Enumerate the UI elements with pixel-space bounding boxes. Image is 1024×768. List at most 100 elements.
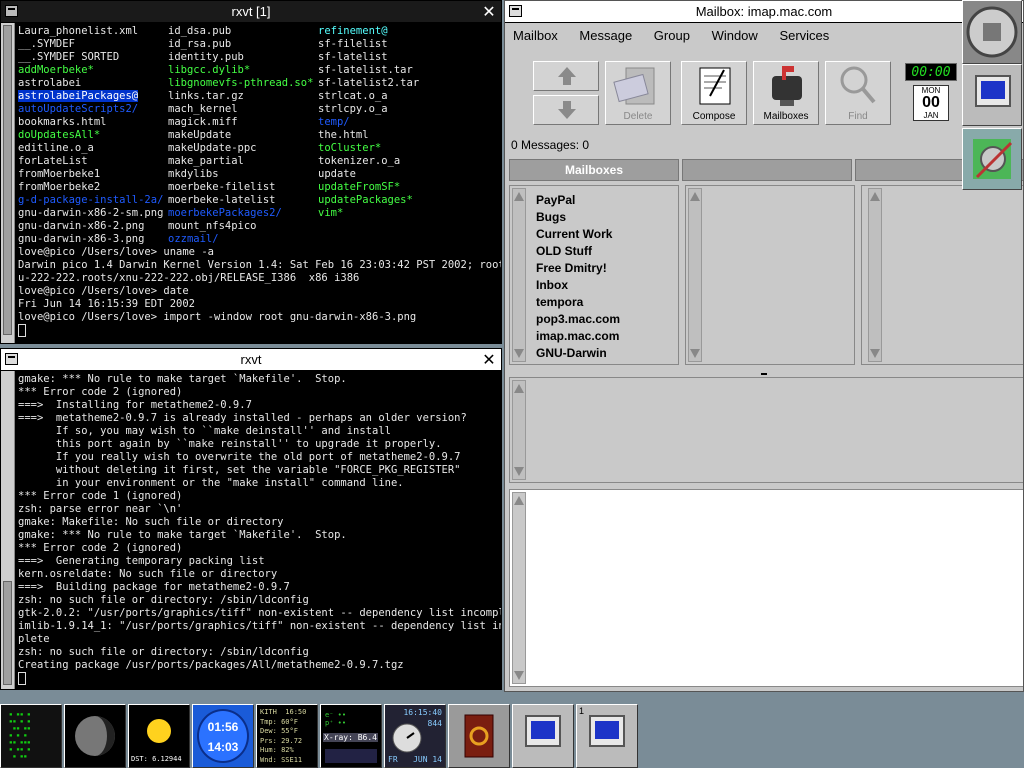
file-entry: doUpdatesAll* [18, 129, 101, 141]
file-entry: forLateList [18, 155, 88, 167]
mailbox-item[interactable]: GNU-Darwin [510, 345, 678, 362]
file-entry: autoUpdateScripts2/ [18, 103, 139, 115]
mailbox-item[interactable]: PayPal [510, 192, 678, 209]
window-title: Mailbox: imap.mac.com [695, 4, 833, 19]
menu-window[interactable]: Window [712, 28, 758, 43]
dock-icon-appkit[interactable] [962, 0, 1022, 64]
mailboxes-button[interactable]: Mailboxes [753, 61, 819, 125]
browser-column-2[interactable] [685, 185, 855, 365]
dock-monitor-1[interactable] [512, 704, 574, 768]
delete-button[interactable]: Delete [605, 61, 671, 125]
menu-message[interactable]: Message [579, 28, 632, 43]
dock-monitor-2[interactable]: 1 [576, 704, 638, 768]
terminal-2-output[interactable]: gmake: *** No rule to make target `Makef… [1, 371, 501, 689]
file-entry: updateFromSF* [318, 181, 401, 193]
file-entry: sf-latelist.tar [318, 64, 413, 76]
minimize-button[interactable] [5, 5, 18, 17]
scrollbar[interactable] [868, 188, 882, 362]
mailbox-item[interactable]: Current Work [510, 226, 678, 243]
mailbox-item[interactable]: Bugs [510, 209, 678, 226]
dock-moon-phase[interactable] [64, 704, 126, 768]
dock-icon-preferences[interactable] [962, 128, 1022, 190]
mailbox-item[interactable]: tempora [510, 294, 678, 311]
terminal-1-titlebar[interactable]: rxvt [1] ✕ [1, 1, 501, 23]
column-header-2[interactable] [682, 159, 852, 181]
mail-titlebar[interactable]: Mailbox: imap.mac.com [505, 1, 1023, 23]
dock-clock[interactable]: 01:56 14:03 [192, 704, 254, 768]
dock-date-clock[interactable]: 16:15:40 844 FR JUN 14 [384, 704, 446, 768]
file-entry: libgcc.dylib* [168, 64, 251, 76]
scrollbar[interactable] [1, 23, 15, 343]
previous-button[interactable] [533, 61, 599, 91]
scrollbar-thumb[interactable] [3, 25, 12, 335]
dock-book[interactable] [448, 704, 510, 768]
file-entry: fromMoerbeke2 [18, 181, 101, 193]
terminal-line: without deleting it first, set the varia… [18, 464, 461, 476]
close-icon[interactable]: ✕ [481, 4, 497, 20]
analog-clock-icon [392, 723, 422, 753]
mailbox-item[interactable]: imap.mac.com [510, 328, 678, 345]
file-entry: mach_kernel [168, 103, 238, 115]
minimize-button[interactable] [509, 5, 522, 17]
terminal-2-titlebar[interactable]: rxvt ✕ [1, 349, 501, 371]
magnifier-icon [840, 66, 876, 104]
terminal-1-output[interactable]: Laura_phonelist.xml id_dsa.pub refinement@… [1, 23, 501, 343]
scrollbar[interactable] [512, 380, 526, 480]
split-handle[interactable] [761, 367, 767, 375]
menu-services[interactable]: Services [779, 28, 829, 43]
mailbox-list[interactable]: PayPal Bugs Current Work OLD Stuff Free Dmit… [509, 185, 679, 365]
terminal-line: __.SYMDEF id_rsa.pub sf-filelist [18, 38, 497, 51]
terminal-line: Creating package /usr/ports/packages/All… [18, 659, 404, 671]
terminal-window-2: rxvt ✕ gmake: *** No rule to make target… [0, 348, 502, 690]
file-entry: make_partial [168, 155, 244, 167]
terminal-line: zsh: parse error near `\n' [18, 503, 183, 515]
file-entry: id_rsa.pub [168, 38, 232, 50]
scrollbar[interactable] [688, 188, 702, 362]
file-entry: g-d-package-install-2a/ [18, 194, 164, 206]
minimize-button[interactable] [5, 353, 18, 365]
close-icon[interactable]: ✕ [481, 352, 497, 368]
terminal-line: fromMoerbeke2 moerbeke-filelist updateFrom… [18, 181, 497, 194]
dock-matrix[interactable]: ▪ ▪▪ ▪ ▪▪ ▪ ▪ ▪▪ ▪▪ ▪ ▪ ▪ ▪▪ ▪▪▪ ▪ ▪▪ ▪ … [0, 704, 62, 768]
mailboxes-column-header[interactable]: Mailboxes [509, 159, 679, 181]
terminal-line: kern.osreldate: No such file or director… [18, 568, 278, 580]
file-entry: update [318, 168, 356, 180]
mailbox-item[interactable]: pop3.mac.com [510, 311, 678, 328]
menu-group[interactable]: Group [654, 28, 690, 43]
dock-icon-monitor[interactable] [962, 64, 1022, 126]
dock-weather[interactable]: KITH 16:50 Tmp: 60°F Dew: 55°F Prs: 29.72 Hu… [256, 704, 318, 768]
terminal-line: astrolabeiPackages@ links.tar.gz strlcat.o… [18, 90, 497, 103]
mailbox-item[interactable]: Inbox [510, 277, 678, 294]
mailbox-item[interactable]: OLD Stuff [510, 243, 678, 260]
dock-sun[interactable]: DST: 6.12944 [128, 704, 190, 768]
message-view[interactable] [509, 489, 1023, 687]
scrollbar[interactable] [512, 492, 526, 684]
message-list[interactable] [509, 377, 1023, 483]
terminal-line: *** Error code 1 (ignored) [18, 490, 183, 502]
terminal-line: autoUpdateScripts2/mach_kernel strlcpy.o_… [18, 103, 497, 116]
scrollbar-thumb[interactable] [3, 581, 12, 685]
dock-xray-monitor[interactable]: e⁻ •• p⁺ •• X-ray: B6.4 [320, 704, 382, 768]
scrollbar[interactable] [1, 371, 15, 689]
text-cursor [18, 324, 26, 337]
terminal-line: u-222-222.roots/xnu-222-222.obj/RELEASE_… [18, 272, 360, 284]
dst-label: DST: 6.12944 [131, 755, 182, 763]
mailbox-item[interactable]: Free Dmitry! [510, 260, 678, 277]
terminal-line: ===> Building package for metatheme2-0.9… [18, 581, 290, 593]
file-entry: moerbeke-filelist [168, 181, 276, 193]
weather-line: Prs: 29.72 [260, 736, 303, 745]
calendar-icon: MON 00 JAN [913, 85, 949, 121]
file-entry: __.SYMDEF SORTED [18, 51, 120, 63]
next-button[interactable] [533, 95, 599, 125]
compose-button[interactable]: Compose [681, 61, 747, 125]
file-entry: tokenizer.o_a [318, 155, 401, 167]
file-entry: moerbeke-latelist [168, 194, 276, 206]
mailbox-icon [772, 66, 802, 106]
menu-mailbox[interactable]: Mailbox [513, 28, 558, 43]
terminal-line: zsh: no such file or directory: /sbin/ld… [18, 594, 309, 606]
browser-column-3[interactable] [861, 185, 1023, 365]
paint-icon [973, 139, 1013, 179]
date-readout: JUN 14 [413, 755, 442, 764]
terminal-line: gmake: *** No rule to make target `Makef… [18, 529, 347, 541]
find-button[interactable]: Find [825, 61, 891, 125]
